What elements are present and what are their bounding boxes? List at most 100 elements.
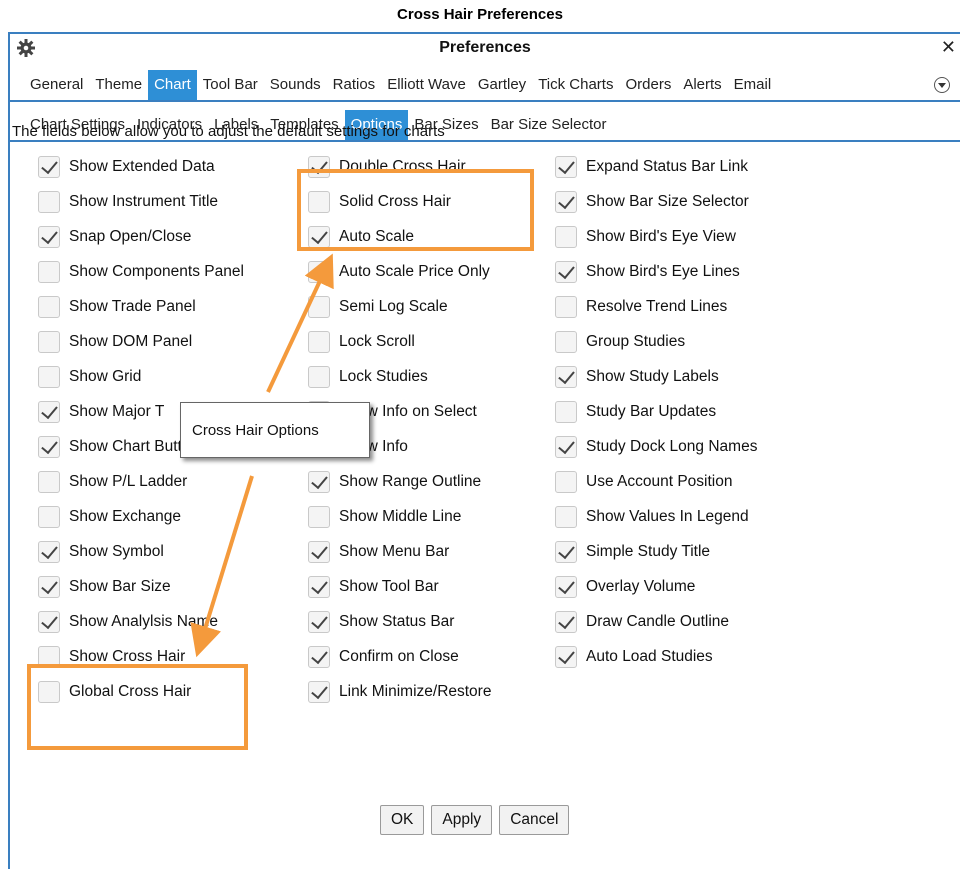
checkbox-unchecked[interactable] — [38, 295, 60, 318]
checkbox-unchecked[interactable] — [555, 330, 577, 353]
option-show-trade-panel[interactable]: Show Trade Panel — [38, 289, 244, 324]
checkbox-checked[interactable] — [308, 540, 330, 563]
checkbox-checked[interactable] — [555, 190, 577, 213]
checkbox-unchecked[interactable] — [308, 260, 330, 283]
option-show-menu-bar[interactable]: Show Menu Bar — [308, 534, 491, 569]
option-label: Snap Open/Close — [69, 227, 192, 245]
checkbox-checked[interactable] — [308, 680, 330, 703]
checkbox-checked[interactable] — [555, 155, 577, 178]
checkbox-checked[interactable] — [308, 610, 330, 633]
checkbox-checked[interactable] — [308, 470, 330, 493]
checkbox-unchecked[interactable] — [38, 365, 60, 388]
checkbox-checked[interactable] — [555, 260, 577, 283]
option-show-status-bar[interactable]: Show Status Bar — [308, 604, 491, 639]
tab-theme[interactable]: Theme — [89, 70, 148, 100]
option-draw-candle-outline[interactable]: Draw Candle Outline — [555, 604, 757, 639]
tab-chart[interactable]: Chart — [148, 70, 197, 100]
checkbox-checked[interactable] — [38, 155, 60, 178]
checkbox-checked[interactable] — [555, 365, 577, 388]
checkbox-checked[interactable] — [308, 645, 330, 668]
apply-button[interactable]: Apply — [431, 805, 493, 835]
checkbox-checked[interactable] — [555, 610, 577, 633]
checkbox-unchecked[interactable] — [555, 400, 577, 423]
option-study-bar-updates[interactable]: Study Bar Updates — [555, 394, 757, 429]
tab-gartley[interactable]: Gartley — [472, 70, 532, 100]
tab-tick-charts[interactable]: Tick Charts — [532, 70, 619, 100]
option-snap-open-close[interactable]: Snap Open/Close — [38, 219, 244, 254]
option-show-range-outline[interactable]: Show Range Outline — [308, 464, 491, 499]
checkbox-unchecked[interactable] — [308, 365, 330, 388]
option-show-grid[interactable]: Show Grid — [38, 359, 244, 394]
option-show-p-l-ladder[interactable]: Show P/L Ladder — [38, 464, 244, 499]
option-link-minimize-restore[interactable]: Link Minimize/Restore — [308, 674, 491, 709]
option-auto-scale-price-only[interactable]: Auto Scale Price Only — [308, 254, 491, 289]
option-label: Show Bird's Eye Lines — [586, 262, 740, 280]
option-lock-scroll[interactable]: Lock Scroll — [308, 324, 491, 359]
option-confirm-on-close[interactable]: Confirm on Close — [308, 639, 491, 674]
checkbox-checked[interactable] — [38, 225, 60, 248]
checkbox-checked[interactable] — [38, 400, 60, 423]
option-show-analylsis-name[interactable]: Show Analylsis Name — [38, 604, 244, 639]
option-show-instrument-title[interactable]: Show Instrument Title — [38, 184, 244, 219]
option-show-tool-bar[interactable]: Show Tool Bar — [308, 569, 491, 604]
checkbox-unchecked[interactable] — [38, 505, 60, 528]
tab-elliott-wave[interactable]: Elliott Wave — [381, 70, 472, 100]
subtab-bar-size-selector[interactable]: Bar Size Selector — [485, 110, 613, 140]
tab-sounds[interactable]: Sounds — [264, 70, 327, 100]
checkbox-unchecked[interactable] — [308, 330, 330, 353]
option-show-middle-line[interactable]: Show Middle Line — [308, 499, 491, 534]
option-show-symbol[interactable]: Show Symbol — [38, 534, 244, 569]
option-auto-load-studies[interactable]: Auto Load Studies — [555, 639, 757, 674]
checkbox-unchecked[interactable] — [555, 470, 577, 493]
checkbox-checked[interactable] — [38, 435, 60, 458]
option-use-account-position[interactable]: Use Account Position — [555, 464, 757, 499]
option-show-bar-size-selector[interactable]: Show Bar Size Selector — [555, 184, 757, 219]
checkbox-checked[interactable] — [555, 540, 577, 563]
checkbox-unchecked[interactable] — [555, 225, 577, 248]
checkbox-checked[interactable] — [308, 575, 330, 598]
checkbox-checked[interactable] — [555, 575, 577, 598]
chevron-down-circle-icon[interactable] — [934, 77, 950, 93]
checkbox-checked[interactable] — [38, 610, 60, 633]
option-show-bird-s-eye-view[interactable]: Show Bird's Eye View — [555, 219, 757, 254]
tab-tool-bar[interactable]: Tool Bar — [197, 70, 264, 100]
option-show-values-in-legend[interactable]: Show Values In Legend — [555, 499, 757, 534]
main-tab-bar: General Theme Chart Tool Bar Sounds Ratios Ell… — [10, 70, 960, 102]
checkbox-unchecked[interactable] — [555, 295, 577, 318]
close-icon[interactable]: ✕ — [941, 37, 956, 57]
option-show-exchange[interactable]: Show Exchange — [38, 499, 244, 534]
checkbox-unchecked[interactable] — [555, 505, 577, 528]
option-show-components-panel[interactable]: Show Components Panel — [38, 254, 244, 289]
tab-general[interactable]: General — [24, 70, 89, 100]
option-study-dock-long-names[interactable]: Study Dock Long Names — [555, 429, 757, 464]
option-show-extended-data[interactable]: Show Extended Data — [38, 149, 244, 184]
checkbox-checked[interactable] — [555, 435, 577, 458]
option-lock-studies[interactable]: Lock Studies — [308, 359, 491, 394]
option-resolve-trend-lines[interactable]: Resolve Trend Lines — [555, 289, 757, 324]
checkbox-unchecked[interactable] — [308, 295, 330, 318]
option-show-bar-size[interactable]: Show Bar Size — [38, 569, 244, 604]
tab-orders[interactable]: Orders — [619, 70, 677, 100]
option-semi-log-scale[interactable]: Semi Log Scale — [308, 289, 491, 324]
checkbox-unchecked[interactable] — [38, 330, 60, 353]
checkbox-unchecked[interactable] — [308, 505, 330, 528]
option-show-study-labels[interactable]: Show Study Labels — [555, 359, 757, 394]
tab-ratios[interactable]: Ratios — [327, 70, 382, 100]
checkbox-unchecked[interactable] — [38, 260, 60, 283]
option-label: Show P/L Ladder — [69, 472, 188, 490]
option-show-bird-s-eye-lines[interactable]: Show Bird's Eye Lines — [555, 254, 757, 289]
cancel-button[interactable]: Cancel — [499, 805, 570, 835]
option-show-dom-panel[interactable]: Show DOM Panel — [38, 324, 244, 359]
checkbox-checked[interactable] — [38, 540, 60, 563]
checkbox-checked[interactable] — [38, 575, 60, 598]
option-overlay-volume[interactable]: Overlay Volume — [555, 569, 757, 604]
option-expand-status-bar-link[interactable]: Expand Status Bar Link — [555, 149, 757, 184]
checkbox-checked[interactable] — [555, 645, 577, 668]
checkbox-unchecked[interactable] — [38, 470, 60, 493]
ok-button[interactable]: OK — [380, 805, 425, 835]
checkbox-unchecked[interactable] — [38, 190, 60, 213]
tab-alerts[interactable]: Alerts — [677, 70, 727, 100]
option-simple-study-title[interactable]: Simple Study Title — [555, 534, 757, 569]
option-group-studies[interactable]: Group Studies — [555, 324, 757, 359]
tab-email[interactable]: Email — [728, 70, 778, 100]
